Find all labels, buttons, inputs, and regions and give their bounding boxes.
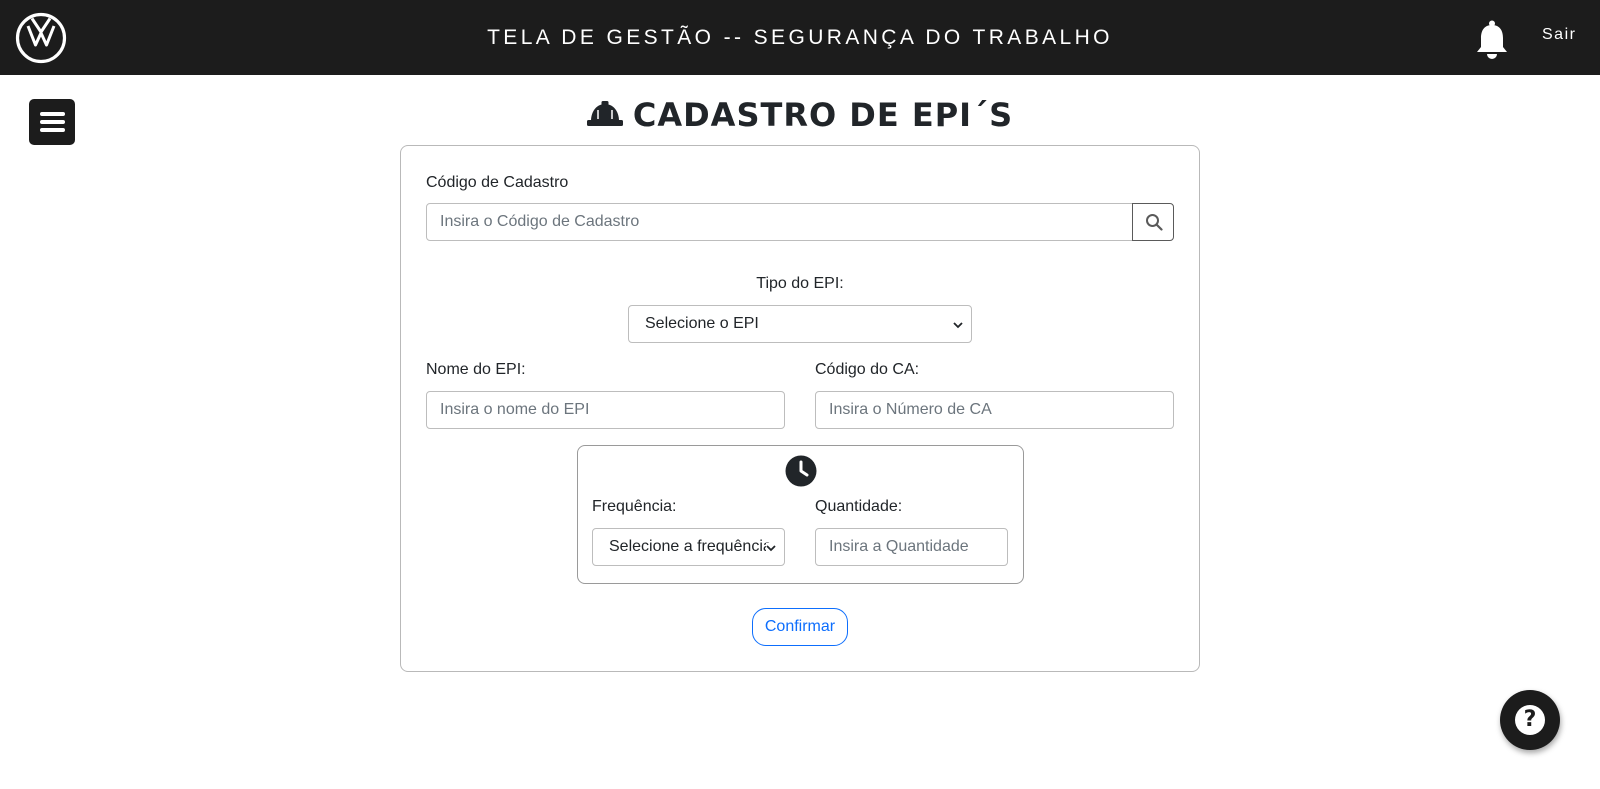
frequency-label: Frequência: xyxy=(592,498,677,515)
page-title-text: CADASTRO DE EPI´S xyxy=(632,96,1014,134)
chevron-down-icon xyxy=(953,322,963,329)
clock-icon xyxy=(785,455,817,487)
quantity-label: Quantidade: xyxy=(815,498,903,515)
registration-code-label: Código de Cadastro xyxy=(426,174,569,191)
top-navbar: TELA DE GESTÃO -- SEGURANÇA DO TRABALHO … xyxy=(0,0,1600,75)
ca-code-label: Código do CA: xyxy=(815,361,920,378)
page-title: CADASTRO DE EPI´S xyxy=(0,96,1600,134)
bell-icon[interactable] xyxy=(1475,20,1509,60)
epi-name-label: Nome do EPI: xyxy=(426,361,526,378)
epi-type-select[interactable]: Selecione o EPI xyxy=(628,305,972,343)
frequency-selected: Selecione a frequência xyxy=(609,538,772,555)
quantity-input[interactable]: Insira a Quantidade xyxy=(815,528,1008,566)
app-title: TELA DE GESTÃO -- SEGURANÇA DO TRABALHO xyxy=(487,26,1113,49)
logout-link[interactable]: Sair xyxy=(1542,26,1576,44)
hard-hat-icon xyxy=(586,101,623,126)
confirm-button[interactable]: Confirmar xyxy=(752,608,848,646)
epi-type-label: Tipo do EPI: xyxy=(756,275,844,292)
epi-name-input[interactable]: Insira o nome do EPI xyxy=(426,391,785,429)
registration-code-input[interactable]: Insira o Código de Cadastro xyxy=(426,203,1133,241)
chevron-down-icon xyxy=(766,543,776,553)
epi-type-selected: Selecione o EPI xyxy=(645,315,759,332)
search-icon xyxy=(1146,214,1163,231)
help-icon: ? xyxy=(1515,705,1545,735)
search-button[interactable] xyxy=(1132,203,1174,241)
frequency-select[interactable]: Selecione a frequência xyxy=(592,528,785,566)
ca-code-input[interactable]: Insira o Número de CA xyxy=(815,391,1174,429)
help-button[interactable]: ? xyxy=(1500,690,1560,750)
